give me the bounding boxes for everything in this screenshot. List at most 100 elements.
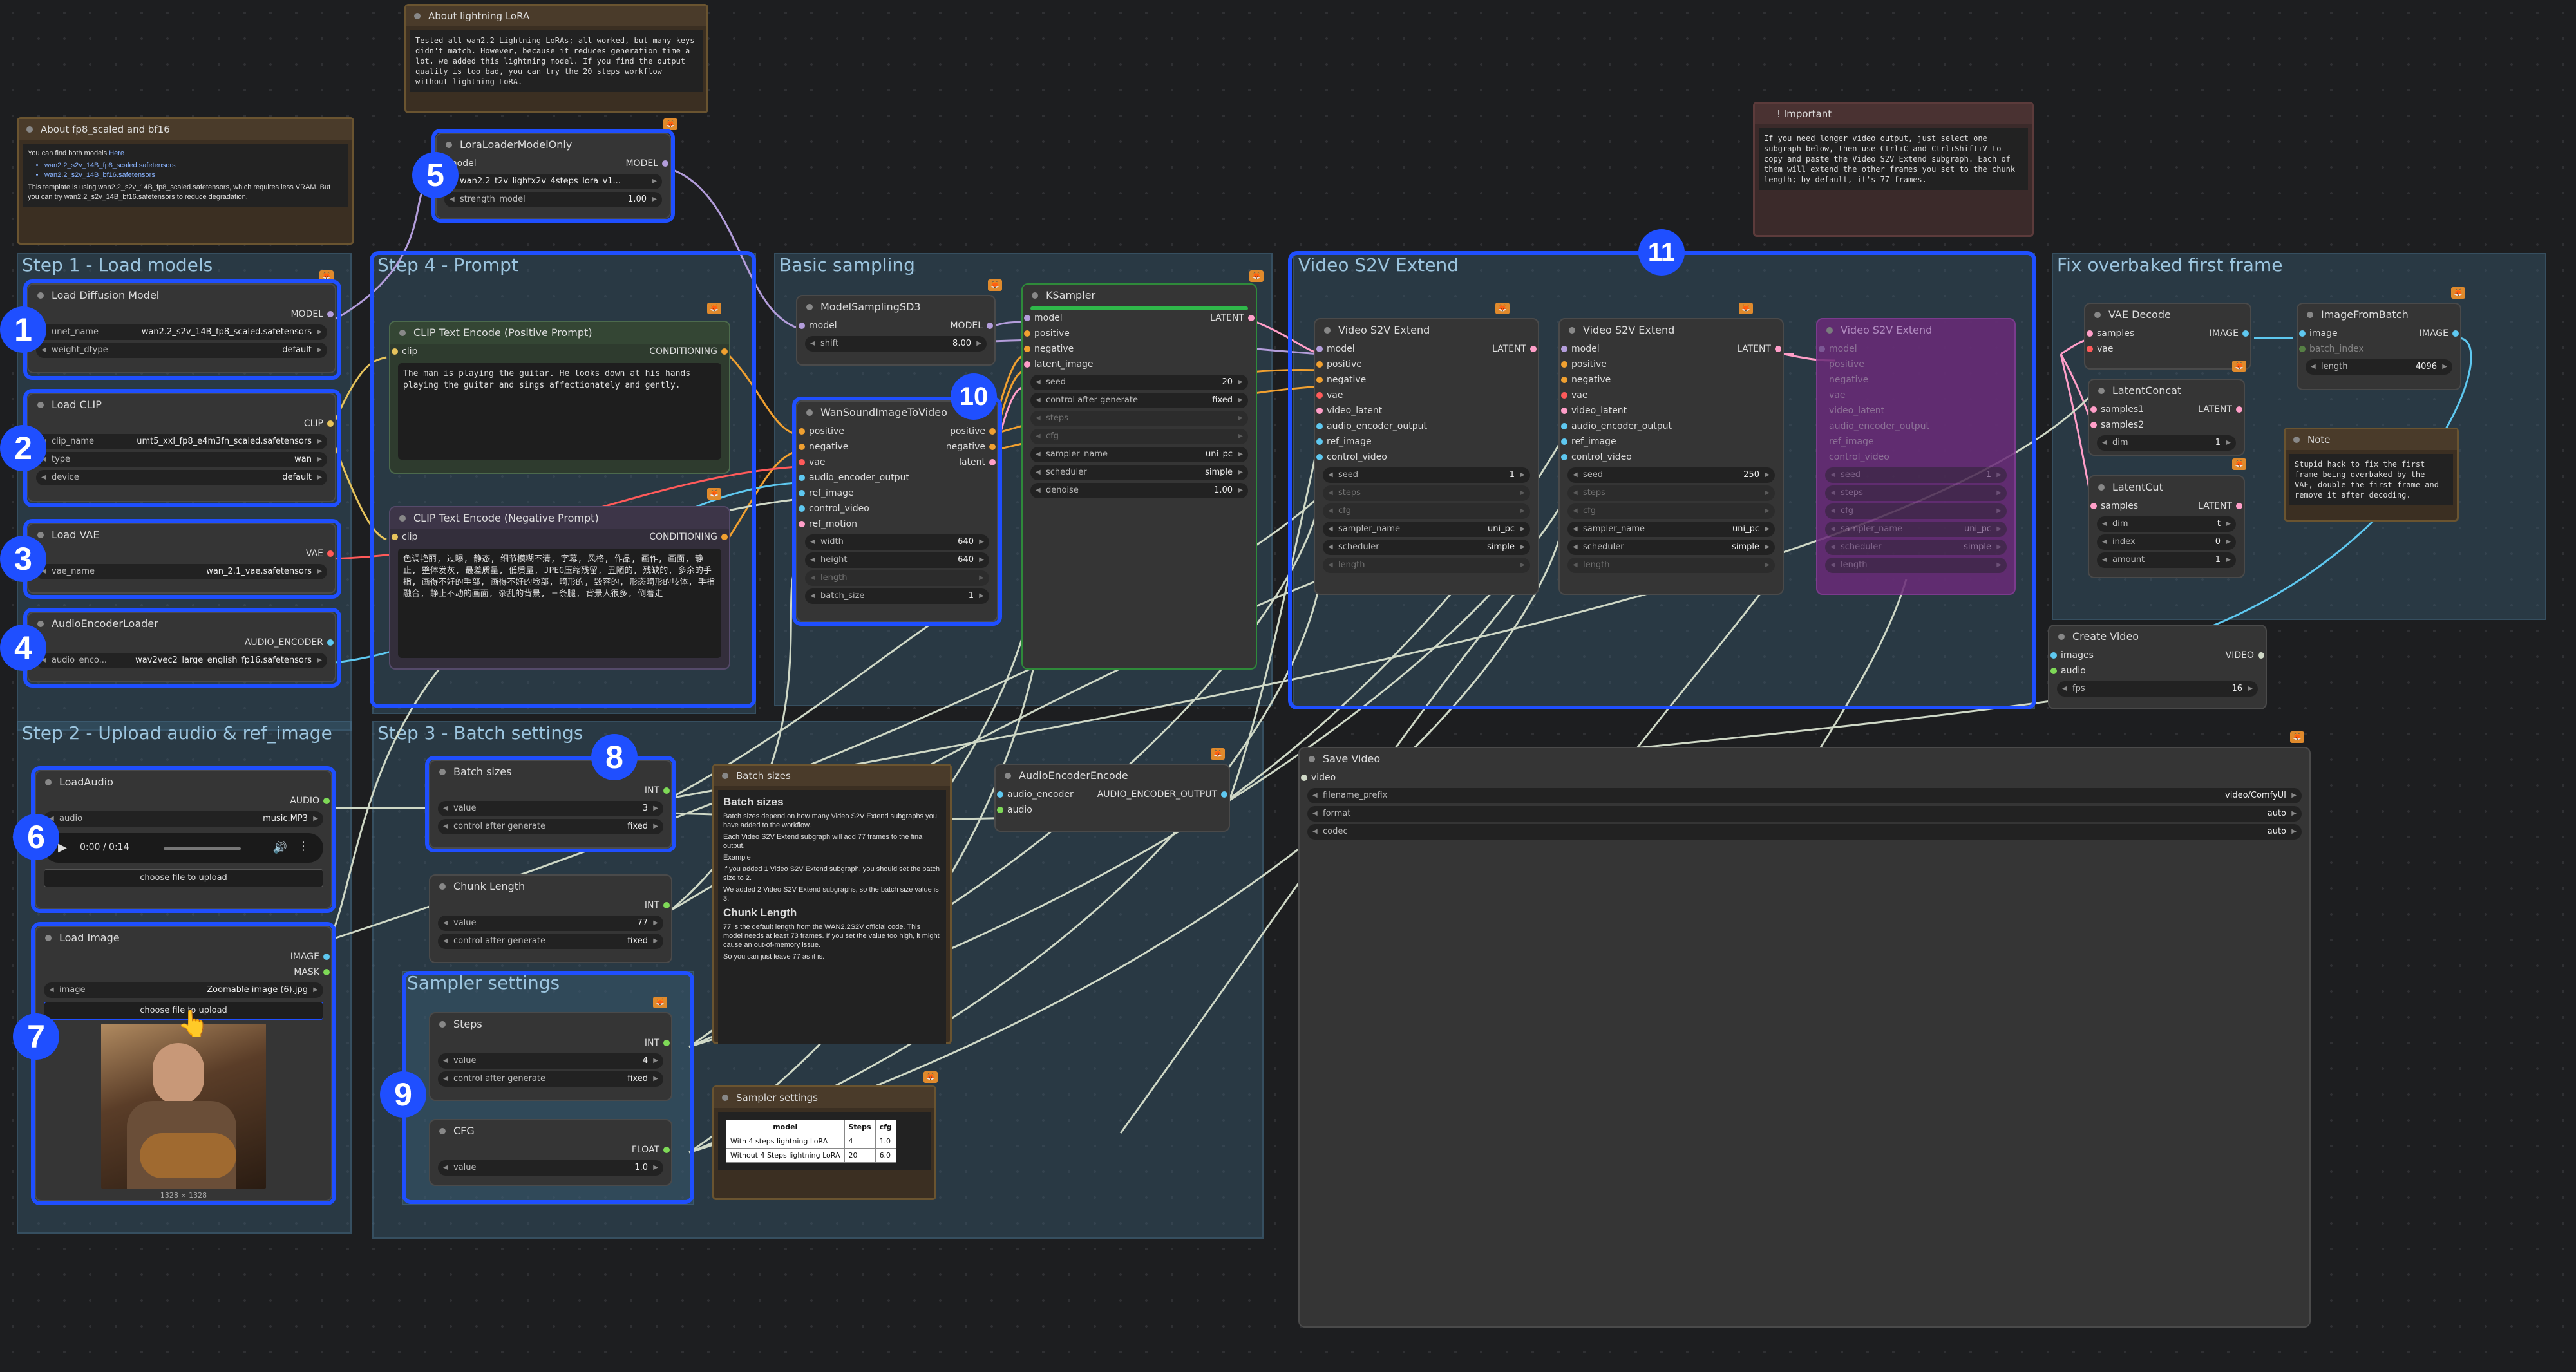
output-dot[interactable] xyxy=(1221,791,1227,798)
widget-scheduler[interactable]: scheduler simple xyxy=(1030,465,1248,480)
widget-scheduler[interactable]: scheduler simple xyxy=(1323,540,1530,555)
widget-control-after-generate[interactable]: control after generate fixed xyxy=(438,934,663,949)
input-dot[interactable] xyxy=(1316,454,1323,460)
input-dot[interactable] xyxy=(1024,330,1030,337)
widget-cfg[interactable]: cfg xyxy=(1825,503,2007,519)
output-dot[interactable] xyxy=(987,323,993,329)
node-audio-encoder-encode[interactable]: AudioEncoderEncode audio_encoder AUDIO_EN… xyxy=(994,764,1230,832)
widget-unet-name[interactable]: unet_name wan2.2_s2v_14B_fp8_scaled.safet… xyxy=(36,324,327,340)
widget-denoise[interactable]: denoise 1.00 xyxy=(1030,483,1248,498)
widget-value[interactable]: value 4 xyxy=(438,1053,663,1069)
output-dot[interactable] xyxy=(721,534,728,540)
widget-cfg[interactable]: cfg xyxy=(1323,503,1530,519)
widget-value[interactable]: value 1.0 xyxy=(438,1160,663,1176)
widget-cfg[interactable]: cfg xyxy=(1567,503,1775,519)
model-link-fp8[interactable]: wan2.2_s2v_14B_fp8_scaled.safetensors xyxy=(44,161,343,171)
fox-icon[interactable]: 🦊 xyxy=(707,488,721,500)
input-dot[interactable] xyxy=(1316,408,1323,414)
note-lightning-lora[interactable]: About lightning LoRA Tested all wan2.2 L… xyxy=(404,4,708,113)
node-load-vae[interactable]: Load VAE VAE vae_name wan_2.1_vae.safeten… xyxy=(27,523,336,594)
node-cfg[interactable]: CFG FLOAT value 1.0 xyxy=(429,1119,672,1186)
widget-vae-name[interactable]: vae_name wan_2.1_vae.safetensors xyxy=(36,564,327,579)
input-dot[interactable] xyxy=(1561,392,1567,399)
node-save-video[interactable]: Save Video video filename_prefix video/Co… xyxy=(1298,747,2311,1328)
input-dot[interactable] xyxy=(799,521,805,527)
input-dot[interactable] xyxy=(2299,330,2306,337)
widget-sampler-name[interactable]: sampler_name uni_pc xyxy=(1567,522,1775,537)
widget-format[interactable]: format auto xyxy=(1307,806,2302,822)
input-dot[interactable] xyxy=(799,505,805,512)
widget-audio-file[interactable]: audio music.MP3 xyxy=(44,811,323,827)
input-dot[interactable] xyxy=(2090,406,2097,413)
input-dot[interactable] xyxy=(799,428,805,435)
node-steps[interactable]: Steps INT value 4 control after generate f… xyxy=(429,1012,672,1101)
input-dot[interactable] xyxy=(799,323,805,329)
input-dot[interactable] xyxy=(392,534,398,540)
output-dot[interactable] xyxy=(989,444,996,450)
input-dot[interactable] xyxy=(1561,454,1567,460)
widget-sampler-name[interactable]: sampler_name uni_pc xyxy=(1030,447,1248,462)
widget-steps[interactable]: steps xyxy=(1323,485,1530,501)
output-dot[interactable] xyxy=(663,1040,670,1046)
widget-width[interactable]: width 640 xyxy=(805,534,989,550)
widget-filename-prefix[interactable]: filename_prefix video/ComfyUI xyxy=(1307,788,2302,803)
widget-amount[interactable]: amount 1 xyxy=(2097,552,2236,568)
input-dot[interactable] xyxy=(997,807,1003,813)
output-dot[interactable] xyxy=(1248,315,1255,321)
node-video-s2v-extend-2[interactable]: Video S2V Extend model LATENT positive ne… xyxy=(1558,318,1784,595)
widget-seed[interactable]: seed 1 xyxy=(1825,467,2007,483)
widget-image-file[interactable]: image Zoomable image (6).jpg xyxy=(44,982,323,998)
widget-length[interactable]: length xyxy=(805,570,989,586)
note-fp8-bf16[interactable]: About fp8_scaled and bf16 You can find b… xyxy=(17,117,354,245)
fox-icon[interactable]: 🦊 xyxy=(1211,748,1225,760)
widget-length[interactable]: length 4096 xyxy=(2306,359,2452,375)
input-dot[interactable] xyxy=(392,348,398,355)
fox-icon[interactable]: 🦊 xyxy=(707,303,721,314)
node-chunk-length[interactable]: Chunk Length INT value 77 control after g… xyxy=(429,874,672,963)
widget-control-after-generate[interactable]: control after generate fixed xyxy=(1030,393,1248,408)
output-dot[interactable] xyxy=(663,902,670,908)
negative-prompt-textarea[interactable]: 色调艳丽, 过曝, 静态, 细节模糊不清, 字幕, 风格, 作品, 画作, 画面… xyxy=(398,549,721,658)
widget-index[interactable]: index 0 xyxy=(2097,534,2236,550)
widget-seed[interactable]: seed 250 xyxy=(1567,467,1775,483)
input-dot[interactable] xyxy=(1561,361,1567,368)
output-dot[interactable] xyxy=(1530,346,1537,352)
widget-strength-model[interactable]: strength_model 1.00 xyxy=(444,192,662,207)
fox-icon[interactable]: 🦊 xyxy=(663,118,677,130)
fox-icon[interactable]: 🦊 xyxy=(1739,303,1753,314)
input-dot[interactable] xyxy=(2087,330,2093,337)
input-dot[interactable] xyxy=(2050,652,2057,659)
input-dot[interactable] xyxy=(1316,392,1323,399)
output-dot[interactable] xyxy=(989,428,996,435)
widget-control-after-generate[interactable]: control after generate fixed xyxy=(438,819,663,834)
input-dot[interactable] xyxy=(1316,377,1323,383)
widget-batch-size[interactable]: batch_size 1 xyxy=(805,588,989,604)
fox-icon[interactable]: 🦊 xyxy=(2290,731,2304,743)
node-audio-encoder-loader[interactable]: AudioEncoderLoader AUDIO_ENCODER audio_e… xyxy=(27,612,336,682)
input-dot[interactable] xyxy=(2299,346,2306,352)
widget-dim[interactable]: dim t xyxy=(2097,516,2236,532)
widget-length[interactable]: length xyxy=(1567,558,1775,573)
fox-icon[interactable]: 🦊 xyxy=(2232,361,2246,372)
input-dot[interactable] xyxy=(1316,423,1323,429)
widget-length[interactable]: length xyxy=(1825,558,2007,573)
output-dot[interactable] xyxy=(2236,503,2242,509)
output-dot[interactable] xyxy=(2258,652,2264,659)
fox-icon[interactable]: 🦊 xyxy=(1495,303,1510,314)
widget-control-after-generate[interactable]: control after generate fixed xyxy=(438,1071,663,1087)
node-clip-text-positive[interactable]: CLIP Text Encode (Positive Prompt) clip C… xyxy=(389,321,730,474)
output-dot[interactable] xyxy=(327,639,334,646)
widget-dim[interactable]: dim 1 xyxy=(2097,435,2236,451)
input-dot[interactable] xyxy=(1561,408,1567,414)
fox-icon[interactable]: 🦊 xyxy=(988,279,1002,291)
input-dot[interactable] xyxy=(1024,361,1030,368)
output-dot[interactable] xyxy=(721,348,728,355)
widget-sampler-name[interactable]: sampler_name uni_pc xyxy=(1825,522,2007,537)
output-dot[interactable] xyxy=(323,954,330,960)
widget-cfg[interactable]: cfg xyxy=(1030,429,1248,444)
note-sampler-settings[interactable]: Sampler settings model Steps cfg With 4 st… xyxy=(712,1085,936,1200)
node-load-image[interactable]: Load Image IMAGE MASK image Zoomable imag… xyxy=(35,926,332,1201)
input-dot[interactable] xyxy=(799,444,805,450)
node-batch-sizes[interactable]: Batch sizes INT value3 control after gen… xyxy=(429,760,672,849)
fox-icon[interactable]: 🦊 xyxy=(2451,287,2465,299)
